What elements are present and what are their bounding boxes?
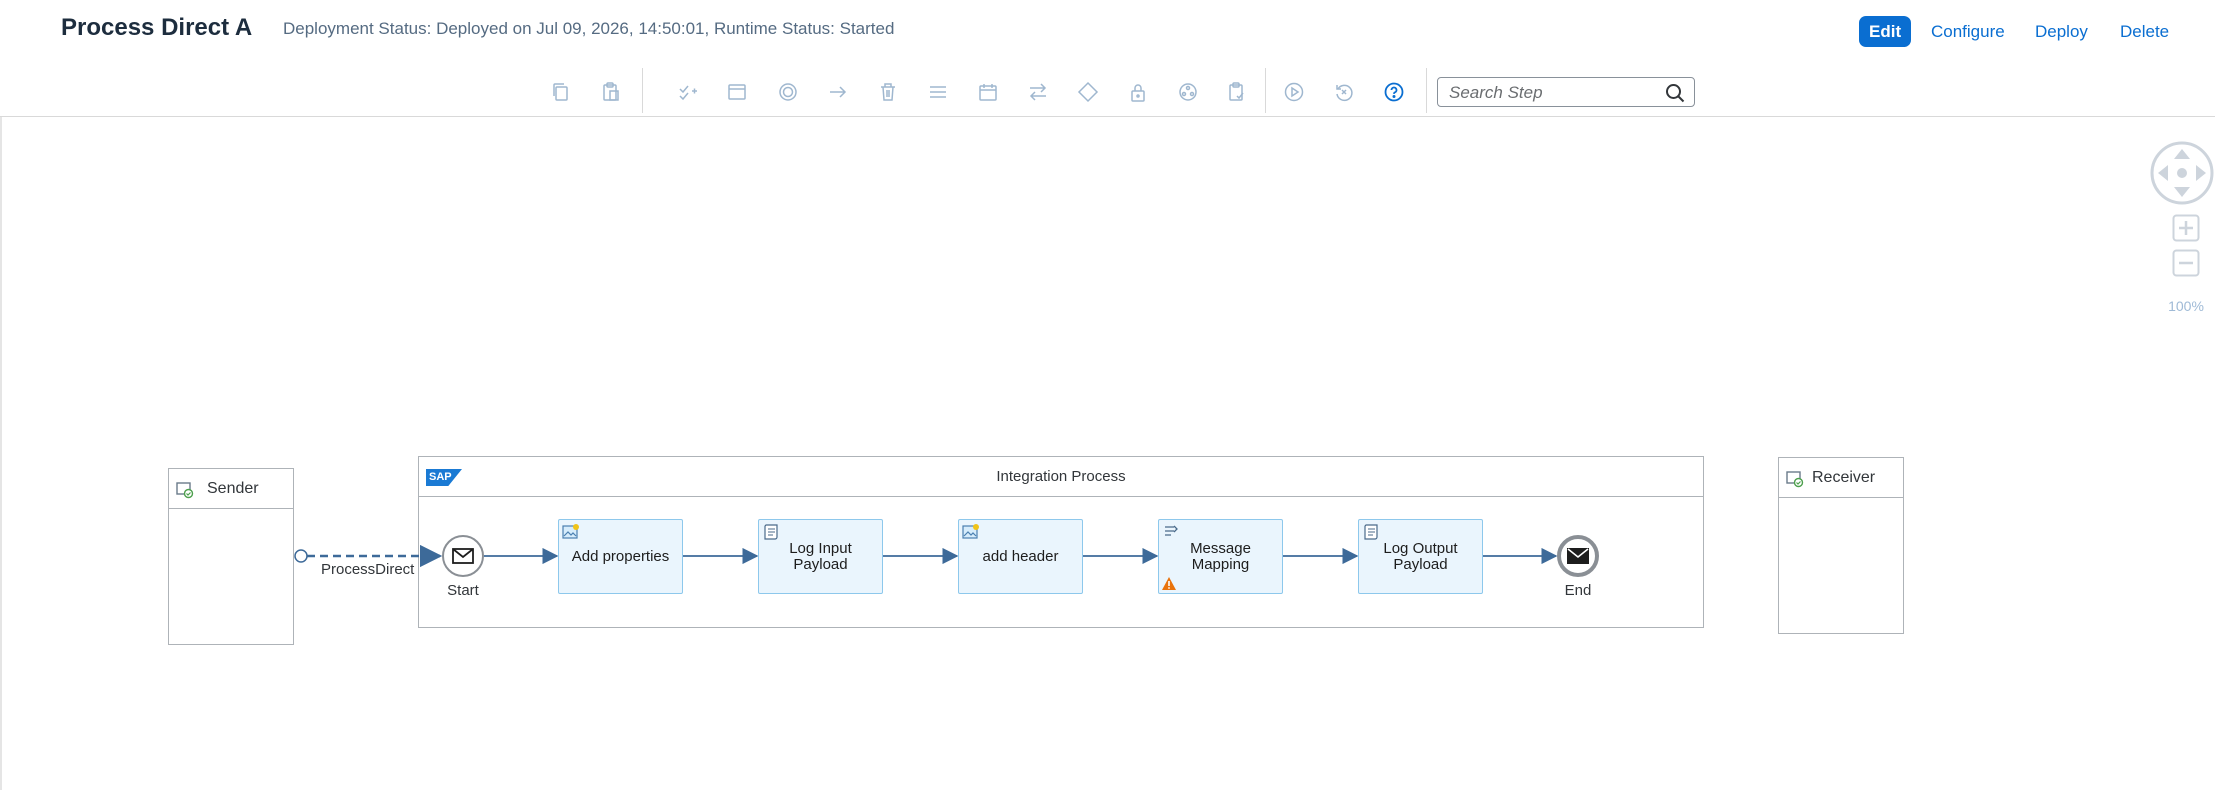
step-message-mapping[interactable]: Message Mapping — [1158, 519, 1283, 594]
routing-icon[interactable] — [1025, 79, 1051, 105]
configure-button[interactable]: Configure — [1931, 16, 2005, 47]
step-add-properties[interactable]: Add properties — [558, 519, 683, 594]
flow-connectors — [294, 544, 1558, 568]
schedule-icon[interactable] — [975, 79, 1001, 105]
step-label: Message Mapping — [1190, 539, 1251, 573]
step-label: Add properties — [571, 547, 670, 565]
warning-icon[interactable] — [1161, 576, 1177, 591]
start-label: Start — [447, 582, 479, 599]
search-step-field — [1437, 77, 1695, 108]
paste-icon[interactable] — [598, 79, 624, 105]
step-log-output-payload[interactable]: Log Output Payload — [1358, 519, 1483, 594]
end-event[interactable] — [1557, 535, 1599, 577]
simulate-icon[interactable] — [1281, 79, 1307, 105]
security-icon[interactable] — [1125, 79, 1151, 105]
toolbar-separator — [642, 68, 643, 113]
checklist-icon[interactable] — [675, 79, 701, 105]
step-label: Log Input Payload — [789, 539, 852, 573]
end-label: End — [1564, 582, 1592, 599]
step-log-input-payload[interactable]: Log Input Payload — [758, 519, 883, 594]
envelope-icon — [452, 548, 474, 564]
page-header: Process Direct A Deployment Status: Depl… — [0, 0, 2215, 117]
delete-button[interactable]: Delete — [2120, 16, 2169, 47]
menu-icon[interactable] — [925, 79, 951, 105]
search-step-input[interactable] — [1438, 78, 1671, 108]
edit-button[interactable]: Edit — [1859, 16, 1912, 47]
toolbar-separator — [1265, 68, 1266, 113]
deploy-button[interactable]: Deploy — [2035, 16, 2088, 47]
step-add-header[interactable]: add header — [958, 519, 1083, 594]
delete-icon[interactable] — [875, 79, 901, 105]
process-canvas[interactable]: 100% Sender Receiver SAP Integration Pro… — [0, 117, 2215, 790]
validate-icon[interactable] — [1224, 79, 1250, 105]
search-icon[interactable] — [1664, 82, 1686, 104]
adapter-label[interactable]: ProcessDirect — [321, 561, 414, 578]
reset-icon[interactable] — [1331, 79, 1357, 105]
participant-icon[interactable] — [724, 79, 750, 105]
events-icon[interactable] — [775, 79, 801, 105]
deployment-status: Deployment Status: Deployed on Jul 09, 2… — [283, 19, 895, 38]
copy-icon[interactable] — [548, 79, 574, 105]
start-event[interactable] — [442, 535, 484, 577]
help-icon[interactable] — [1381, 79, 1407, 105]
envelope-icon — [1567, 548, 1589, 564]
connector-icon[interactable] — [825, 79, 851, 105]
step-label: Log Output Payload — [1383, 539, 1458, 573]
step-label: add header — [982, 547, 1059, 565]
toolbar-separator — [1426, 68, 1427, 113]
page-title: Process Direct A — [61, 14, 253, 41]
call-icon[interactable] — [1175, 79, 1201, 105]
gateway-icon[interactable] — [1075, 79, 1101, 105]
